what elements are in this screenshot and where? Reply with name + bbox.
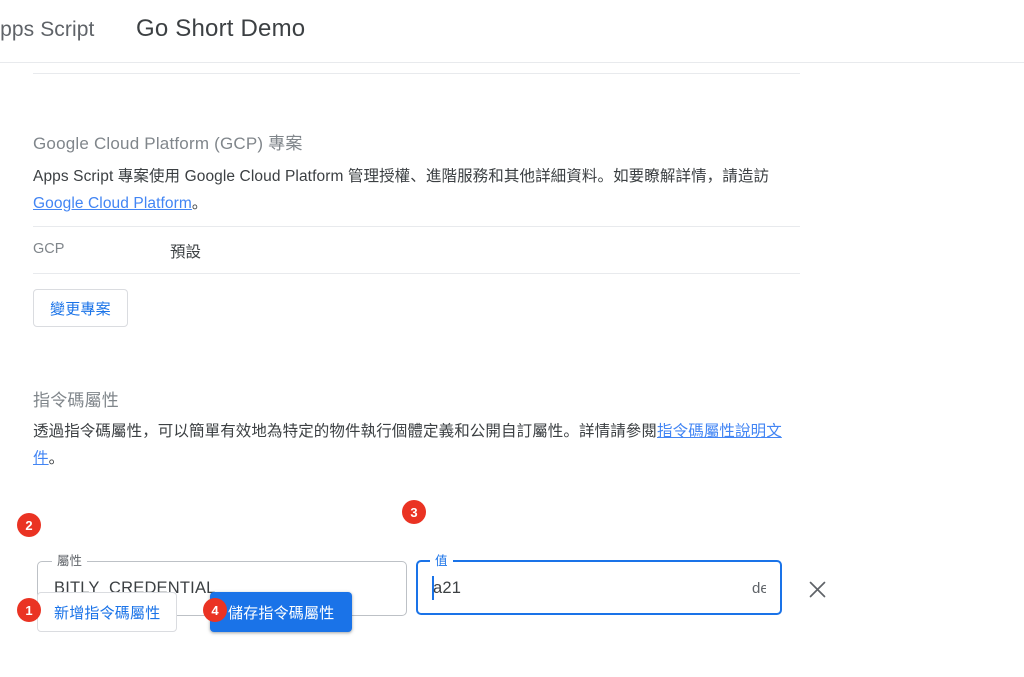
property-value-field-value-tail: de: [752, 580, 766, 597]
change-project-button[interactable]: 變更專案: [33, 289, 128, 327]
gcp-row-key: GCP: [33, 241, 65, 257]
gcp-section-title: Google Cloud Platform (GCP) 專案: [33, 134, 303, 153]
property-value-field-value: a21: [433, 579, 462, 597]
gcp-section-description: Apps Script 專案使用 Google Cloud Platform 管…: [33, 163, 799, 217]
google-cloud-platform-link[interactable]: Google Cloud Platform: [33, 195, 192, 212]
close-icon: [809, 581, 826, 598]
gcp-row-bottom-divider: [33, 273, 800, 274]
gcp-row-value: 預設: [170, 244, 202, 261]
gcp-row-top-divider: [33, 226, 800, 227]
content-top-divider: [33, 73, 800, 74]
add-script-property-button[interactable]: 新增指令碼屬性: [37, 592, 178, 632]
script-properties-description: 透過指令碼屬性，可以簡單有效地為特定的物件執行個體定義和公開自訂屬性。詳情請參閱…: [33, 418, 799, 472]
script-properties-description-text-2: 。: [48, 450, 65, 467]
settings-content: Google Cloud Platform (GCP) 專案 Apps Scri…: [0, 63, 1024, 677]
property-name-field-label: 屬性: [52, 553, 88, 569]
script-properties-description-text-1: 透過指令碼屬性，可以簡單有效地為特定的物件執行個體定義和公開自訂屬性。詳情請參閱: [33, 423, 658, 440]
apps-script-brand-label[interactable]: Apps Script: [0, 18, 94, 42]
remove-property-row-button[interactable]: [802, 574, 832, 604]
top-bar: Apps Script Go Short Demo: [0, 0, 1024, 63]
property-value-field-label: 值: [430, 553, 453, 569]
property-value-field[interactable]: 值 a21 de: [416, 553, 782, 615]
apps-script-settings-page: Apps Script Go Short Demo Google Cloud P…: [0, 0, 1024, 677]
step-badge-1: 1: [17, 598, 41, 622]
page-title: Go Short Demo: [136, 15, 306, 42]
gcp-description-text-2: 。: [191, 195, 208, 212]
step-badge-3: 3: [402, 500, 426, 524]
step-badge-2: 2: [17, 513, 41, 537]
step-badge-4: 4: [203, 598, 227, 622]
gcp-description-text-1: Apps Script 專案使用 Google Cloud Platform 管…: [33, 168, 770, 185]
script-properties-section-title: 指令碼屬性: [33, 391, 119, 410]
save-script-properties-button[interactable]: 儲存指令碼屬性: [210, 592, 353, 632]
